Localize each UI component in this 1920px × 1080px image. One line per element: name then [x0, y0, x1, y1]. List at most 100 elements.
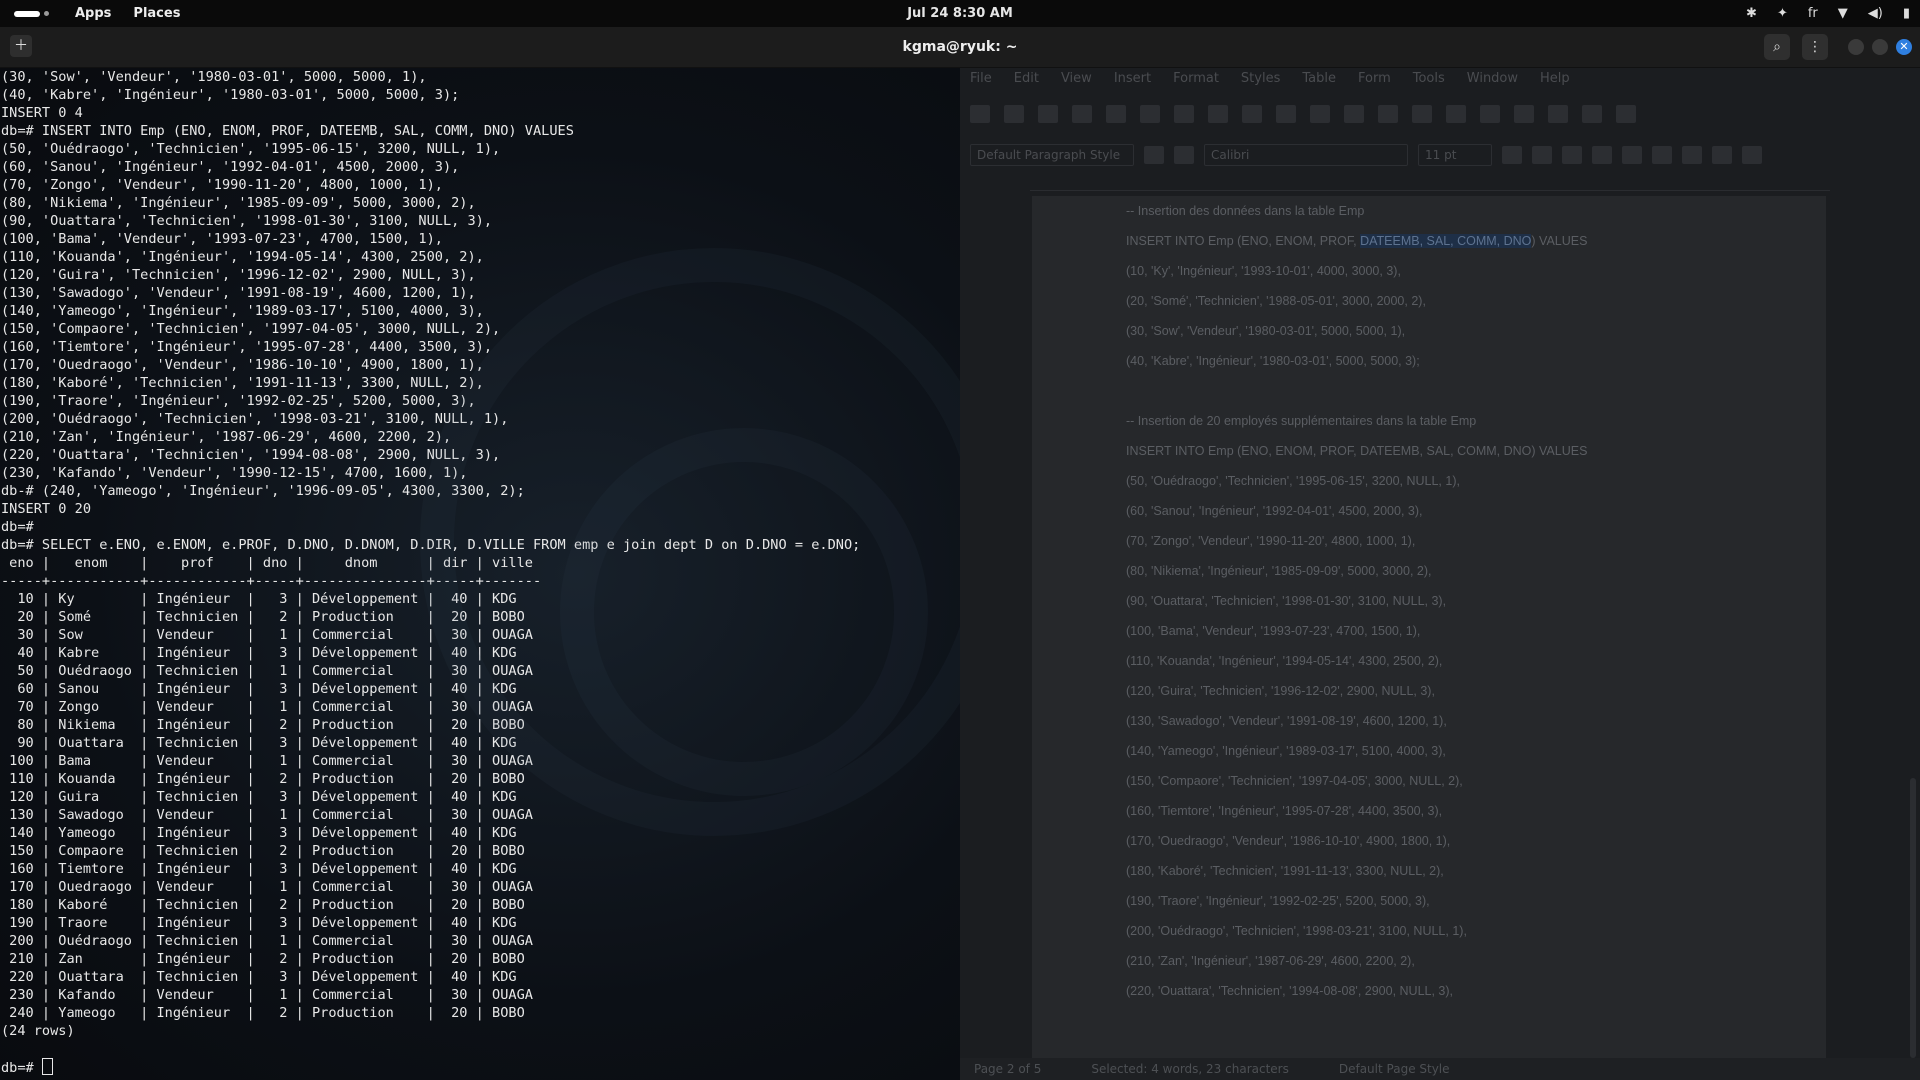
document-text: -- Insertion des données dans la table E…: [1126, 196, 1816, 1006]
clock[interactable]: Jul 24 8:30 AM: [907, 6, 1013, 21]
bluetooth-icon-alt[interactable]: ✦: [1777, 6, 1788, 21]
vertical-scrollbar[interactable]: [1910, 778, 1916, 1058]
paste-icon[interactable]: [1242, 105, 1262, 123]
document-page[interactable]: -- Insertion des données dans la table E…: [1032, 196, 1826, 1080]
places-menu[interactable]: Places: [133, 6, 180, 21]
terminal-line: (60, 'Sanou', 'Ingénieur', '1992-04-01',…: [1, 159, 460, 175]
writer-menu-item[interactable]: View: [1061, 71, 1092, 86]
page-style[interactable]: Default Page Style: [1339, 1062, 1450, 1076]
bluetooth-icon[interactable]: ✱: [1746, 6, 1757, 21]
document-line: (80, 'Nikiema', 'Ingénieur', '1985-09-09…: [1126, 564, 1432, 578]
terminal-line: (90, 'Ouattara', 'Technicien', '1998-01-…: [1, 213, 493, 229]
redo-icon[interactable]: [1344, 105, 1364, 123]
minimize-button[interactable]: [1848, 39, 1864, 55]
terminal-line: INSERT 0 20: [1, 501, 92, 517]
document-line: (190, 'Traore', 'Ingénieur', '1992-02-25…: [1126, 894, 1430, 908]
terminal-line: 130 | Sawadogo | Vendeur | 1 | Commercia…: [9, 807, 533, 823]
writer-menu-item[interactable]: Insert: [1114, 71, 1151, 86]
font-color-icon[interactable]: [1712, 146, 1732, 164]
insert-image-icon[interactable]: [1514, 105, 1534, 123]
paragraph-style-select[interactable]: Default Paragraph Style: [970, 144, 1134, 166]
terminal-line: (190, 'Traore', 'Ingénieur', '1992-02-25…: [1, 393, 476, 409]
apps-menu[interactable]: Apps: [75, 6, 111, 21]
clear-formatting-icon[interactable]: [1682, 146, 1702, 164]
save-icon[interactable]: [1038, 105, 1058, 123]
terminal-line: 200 | Ouédraogo | Technicien | 1 | Comme…: [9, 933, 533, 949]
writer-menu-item[interactable]: File: [970, 71, 992, 86]
menu-icon[interactable]: ⋮: [1802, 34, 1828, 60]
font-size-select[interactable]: 11 pt: [1418, 144, 1492, 166]
new-document-icon[interactable]: [970, 105, 990, 123]
writer-menu-item[interactable]: Window: [1467, 71, 1518, 86]
terminal-line: 110 | Kouanda | Ingénieur | 2 | Producti…: [9, 771, 525, 787]
document-line: (90, 'Ouattara', 'Technicien', '1998-01-…: [1126, 594, 1447, 608]
writer-menu-item[interactable]: Format: [1173, 71, 1219, 86]
document-line: (40, 'Kabre', 'Ingénieur', '1980-03-01',…: [1126, 354, 1420, 368]
terminal-line: (220, 'Ouattara', 'Technicien', '1994-08…: [1, 447, 501, 463]
page-count[interactable]: Page 2 of 5: [974, 1062, 1041, 1076]
document-line: (110, 'Kouanda', 'Ingénieur', '1994-05-1…: [1126, 654, 1443, 668]
insert-table-icon[interactable]: [1480, 105, 1500, 123]
writer-menu-item[interactable]: Table: [1302, 71, 1336, 86]
activities-indicator[interactable]: [14, 10, 49, 17]
wallpaper-swirl-inner: [560, 428, 928, 796]
document-line: (100, 'Bama', 'Vendeur', '1993-07-23', 4…: [1126, 624, 1421, 638]
terminal-line: 80 | Nikiema | Ingénieur | 2 | Productio…: [17, 717, 525, 733]
battery-icon[interactable]: ▮: [1903, 6, 1910, 21]
print-icon[interactable]: [1106, 105, 1126, 123]
terminal-line: 150 | Compaore | Technicien | 2 | Produc…: [9, 843, 525, 859]
spelling-icon[interactable]: [1412, 105, 1432, 123]
cut-icon[interactable]: [1174, 105, 1194, 123]
selected-text: DATEEMB, SAL, COMM, DNO: [1360, 234, 1532, 248]
document-line: (130, 'Sawadogo', 'Vendeur', '1991-08-19…: [1126, 714, 1447, 728]
terminal-line: (230, 'Kafando', 'Vendeur', '1990-12-15'…: [1, 465, 468, 481]
open-icon[interactable]: [1004, 105, 1024, 123]
document-line: (140, 'Yameogo', 'Ingénieur', '1989-03-1…: [1126, 744, 1446, 758]
export-pdf-icon[interactable]: [1072, 105, 1092, 123]
print-preview-icon[interactable]: [1140, 105, 1160, 123]
terminal-headerbar: ＋ kgma@ryuk: ~ ⌕ ⋮ ✕: [0, 27, 1920, 68]
writer-menu-item[interactable]: Help: [1540, 71, 1570, 86]
font-name-select[interactable]: Calibri: [1204, 144, 1408, 166]
keyboard-layout[interactable]: fr: [1808, 6, 1818, 21]
insert-chart-icon[interactable]: [1548, 105, 1568, 123]
bold-icon[interactable]: [1502, 146, 1522, 164]
maximize-button[interactable]: [1872, 39, 1888, 55]
terminal-title: kgma@ryuk: ~: [902, 39, 1018, 55]
terminal-line: 230 | Kafando | Vendeur | 1 | Commercial…: [9, 987, 533, 1003]
selection-count[interactable]: Selected: 4 words, 23 characters: [1091, 1062, 1289, 1076]
undo-icon[interactable]: [1310, 105, 1330, 123]
formatting-marks-icon[interactable]: [1446, 105, 1466, 123]
find-icon[interactable]: [1378, 105, 1398, 123]
superscript-icon[interactable]: [1622, 146, 1642, 164]
document-line: (160, 'Tiemtore', 'Ingénieur', '1995-07-…: [1126, 804, 1443, 818]
search-icon[interactable]: ⌕: [1764, 34, 1790, 60]
terminal-line: 70 | Zongo | Vendeur | 1 | Commercial | …: [17, 699, 533, 715]
highlight-color-icon[interactable]: [1742, 146, 1762, 164]
strikethrough-icon[interactable]: [1592, 146, 1612, 164]
copy-icon[interactable]: [1208, 105, 1228, 123]
terminal-output-area[interactable]: (30, 'Sow', 'Vendeur', '1980-03-01', 500…: [0, 68, 960, 1080]
clone-formatting-icon[interactable]: [1276, 105, 1296, 123]
writer-menu-item[interactable]: Form: [1358, 71, 1391, 86]
volume-icon[interactable]: ◀): [1868, 6, 1883, 21]
writer-menu-item[interactable]: Tools: [1413, 71, 1445, 86]
insert-special-char-icon[interactable]: [1616, 105, 1636, 123]
insert-textbox-icon[interactable]: [1582, 105, 1602, 123]
document-line: (60, 'Sanou', 'Ingénieur', '1992-04-01',…: [1126, 504, 1423, 518]
wifi-icon[interactable]: ▼: [1838, 6, 1848, 21]
terminal-line: db=#: [1, 519, 34, 535]
close-button[interactable]: ✕: [1896, 39, 1912, 55]
subscript-icon[interactable]: [1652, 146, 1672, 164]
horizontal-ruler[interactable]: [1030, 180, 1830, 191]
new-style-icon[interactable]: [1174, 146, 1194, 164]
document-line: (120, 'Guira', 'Technicien', '1996-12-02…: [1126, 684, 1435, 698]
writer-menubar: File Edit View Insert Format Styles Table Form T…: [970, 71, 1570, 86]
writer-menu-item[interactable]: Edit: [1014, 71, 1039, 86]
update-style-icon[interactable]: [1144, 146, 1164, 164]
italic-icon[interactable]: [1532, 146, 1552, 164]
underline-icon[interactable]: [1562, 146, 1582, 164]
writer-menu-item[interactable]: Styles: [1241, 71, 1280, 86]
terminal-line: 190 | Traore | Ingénieur | 3 | Développe…: [9, 915, 517, 931]
terminal-line: INSERT 0 4: [1, 105, 83, 121]
